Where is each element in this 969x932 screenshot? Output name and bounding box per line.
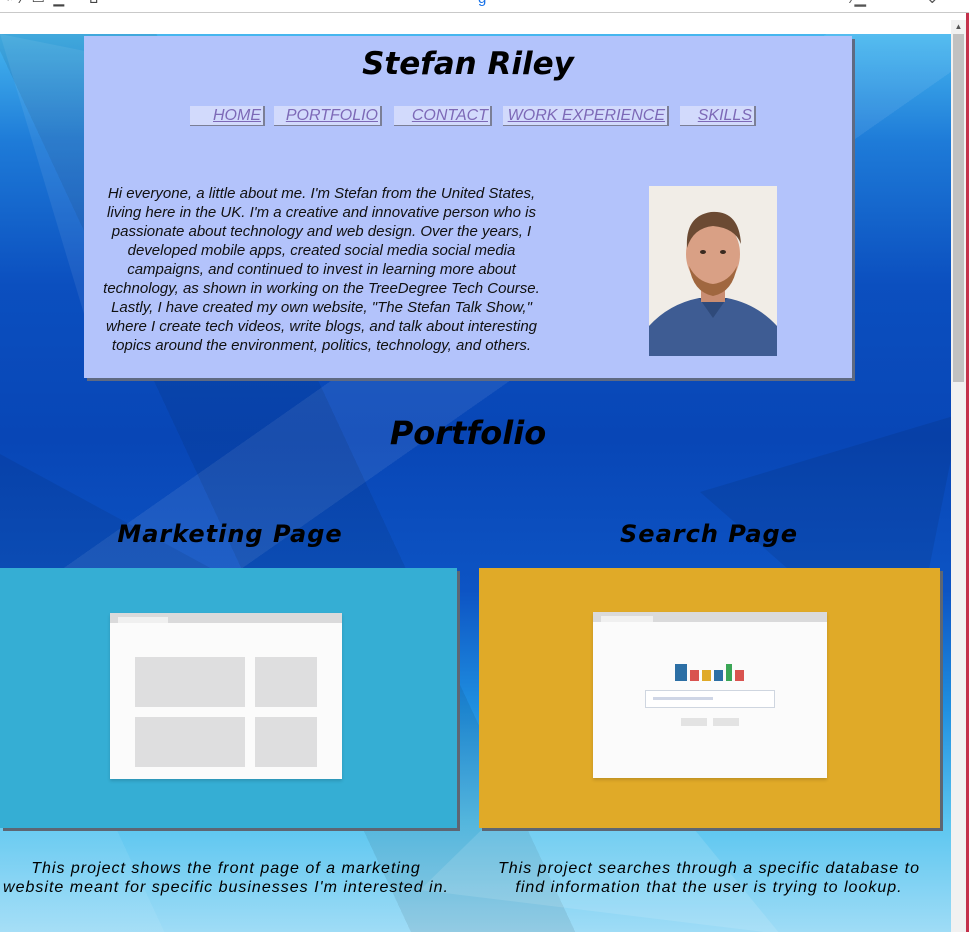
bookmark-icon[interactable]: ⁄▁ bbox=[852, 0, 866, 7]
scrollbar-thumb[interactable] bbox=[953, 34, 964, 382]
search-preview-icon bbox=[593, 612, 827, 778]
nav-portfolio[interactable]: PORTFOLIO bbox=[274, 106, 382, 126]
url-fragment-icon: g bbox=[478, 0, 486, 7]
project-description-marketing: This project shows the front page of a m… bbox=[3, 860, 449, 896]
project-title-search: Search Page bbox=[620, 520, 798, 548]
main-nav: HOME PORTFOLIO CONTACT WORK EXPERIENCE S… bbox=[84, 106, 852, 126]
project-title-marketing: Marketing Page bbox=[117, 520, 343, 548]
profile-photo bbox=[649, 186, 777, 356]
about-text: Hi everyone, a little about me. I'm Stef… bbox=[103, 185, 540, 354]
scroll-up-arrow-icon[interactable]: ▲ bbox=[951, 20, 966, 34]
nav-work-experience[interactable]: WORK EXPERIENCE bbox=[503, 106, 669, 126]
project-card-search[interactable] bbox=[479, 568, 940, 828]
page-viewport: Stefan Riley HOME PORTFOLIO CONTACT WORK… bbox=[0, 34, 951, 932]
profile-portrait-icon bbox=[649, 186, 777, 356]
toolbar-icons: ⌁ ⁄ ▭ ▁ ◦ ⌂ bbox=[4, 0, 100, 7]
project-card-marketing[interactable] bbox=[0, 568, 457, 828]
menu-icon[interactable]: ⌄ bbox=[926, 0, 939, 7]
project-description-search: This project searches through a specific… bbox=[498, 860, 920, 896]
portfolio-heading: Portfolio bbox=[389, 414, 547, 452]
nav-skills[interactable]: SKILLS bbox=[680, 106, 756, 126]
header-card: Stefan Riley HOME PORTFOLIO CONTACT WORK… bbox=[84, 36, 852, 378]
scrollbar[interactable] bbox=[951, 34, 966, 932]
marketing-preview-icon bbox=[110, 613, 342, 779]
site-title: Stefan Riley bbox=[362, 46, 574, 82]
nav-home[interactable]: HOME bbox=[190, 106, 265, 126]
browser-toolbar: ⌁ ⁄ ▭ ▁ ◦ ⌂ g ⁄▁ ⌄ bbox=[0, 0, 969, 13]
nav-contact[interactable]: CONTACT bbox=[394, 106, 492, 126]
